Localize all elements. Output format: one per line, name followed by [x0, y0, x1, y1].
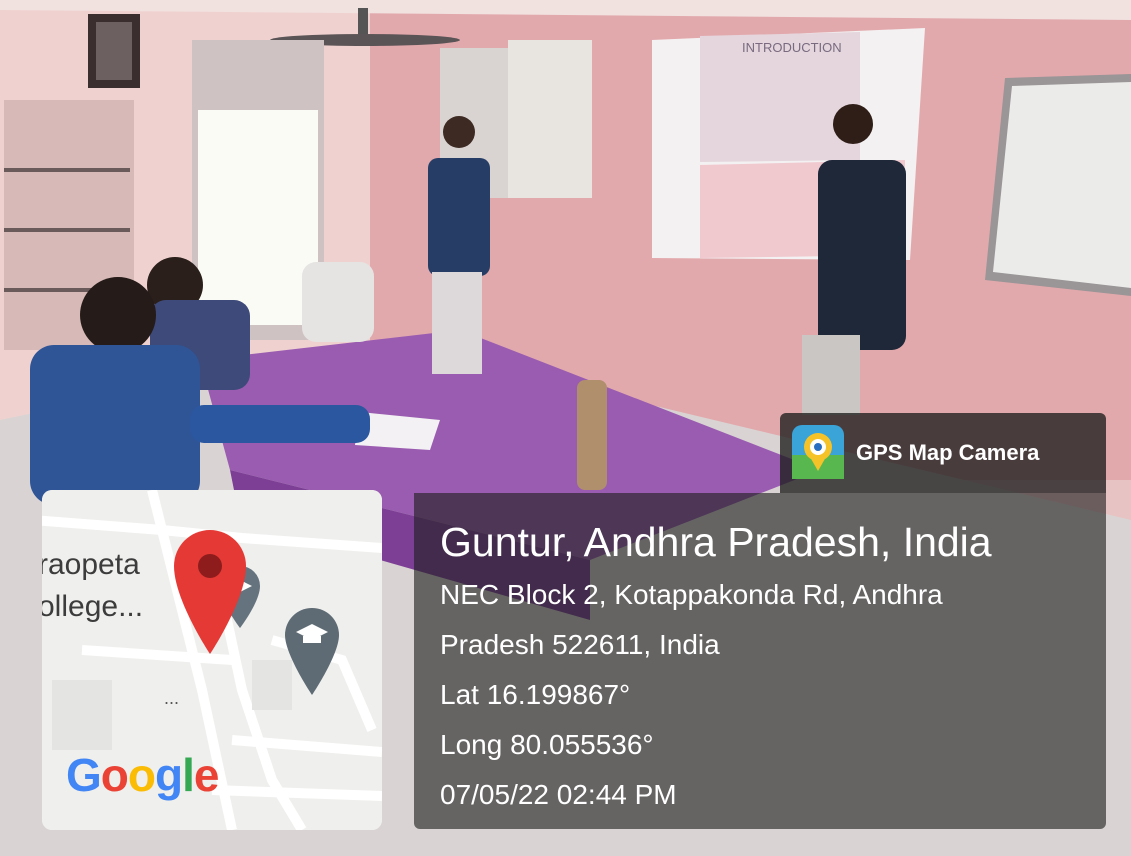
app-badge: GPS Map Camera: [780, 413, 1106, 493]
google-logo-letter: l: [182, 749, 195, 801]
slide-title: INTRODUCTION: [742, 40, 842, 55]
google-logo-letter: e: [193, 749, 220, 801]
latitude-text: Lat 16.199867°: [440, 679, 631, 710]
map-thumbnail[interactable]: raopeta ollege... ... Google: [42, 490, 382, 830]
longitude-text: Long 80.055536°: [440, 729, 654, 760]
app-badge-label: GPS Map Camera: [856, 440, 1040, 465]
google-logo-letter: G: [66, 749, 102, 801]
address-line-2: Pradesh 522611, India: [440, 629, 720, 660]
map-place-label: ollege...: [42, 590, 144, 623]
map-place-label: raopeta: [42, 548, 140, 581]
address-line-1: NEC Block 2, Kotappakonda Rd, Andhra: [440, 579, 943, 610]
map-ellipsis: ...: [164, 688, 180, 708]
location-title: Guntur, Andhra Pradesh, India: [440, 519, 992, 565]
google-logo-letter: o: [127, 749, 156, 801]
google-logo-letter: o: [100, 749, 129, 801]
google-logo-letter: g: [155, 749, 183, 801]
gps-map-camera-icon: [792, 425, 844, 479]
google-logo: Google: [66, 748, 220, 802]
photo-frame: INTRODUCTION GPS Map Camera raopeta olle…: [0, 0, 1131, 856]
location-info-panel: Guntur, Andhra Pradesh, India NEC Block …: [414, 493, 1106, 829]
timestamp-text: 07/05/22 02:44 PM: [440, 779, 677, 810]
